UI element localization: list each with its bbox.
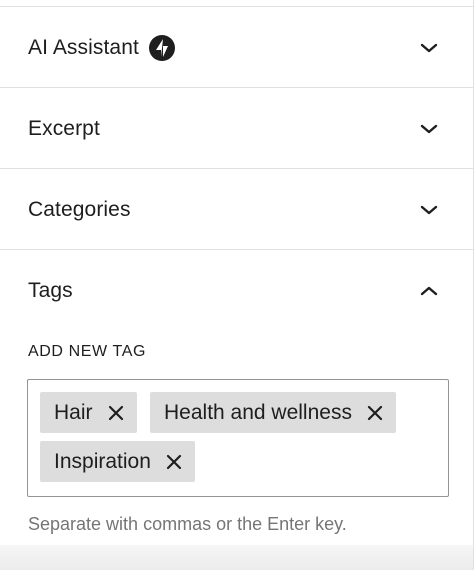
footer-shadow — [0, 545, 473, 570]
chevron-down-icon — [420, 124, 438, 133]
panel-ai-assistant-toggle[interactable]: AI Assistant — [0, 7, 473, 88]
jetpack-bolt-icon — [148, 34, 175, 61]
tag-token-label: Inspiration — [54, 449, 151, 473]
panel-title: Categories — [28, 197, 131, 221]
panel-excerpt: Excerpt — [0, 88, 473, 169]
add-new-tag-label: ADD NEW TAG — [28, 343, 147, 360]
panel-title: AI Assistant — [28, 35, 139, 59]
panel-categories-toggle[interactable]: Categories — [0, 169, 473, 250]
panel-excerpt-toggle[interactable]: Excerpt — [0, 88, 473, 169]
close-icon[interactable] — [165, 453, 183, 471]
chevron-down-icon — [420, 205, 438, 214]
tags-token-field[interactable]: Hair Health and wellness Inspiration — [27, 379, 449, 497]
panel-title: Excerpt — [28, 116, 100, 140]
tag-token-label: Health and wellness — [164, 400, 352, 424]
chevron-down-icon — [420, 43, 438, 52]
tag-token-health-and-wellness: Health and wellness — [150, 392, 396, 433]
chevron-up-icon — [420, 286, 438, 295]
close-icon[interactable] — [366, 404, 384, 422]
tags-help-text: Separate with commas or the Enter key. — [28, 514, 347, 534]
settings-sidebar: AI Assistant Excerpt Categories Tags ADD… — [0, 0, 474, 570]
tag-token-inspiration: Inspiration — [40, 441, 195, 482]
panel-ai-assistant: AI Assistant — [0, 7, 473, 88]
tag-token-label: Hair — [54, 400, 93, 424]
tag-token-hair: Hair — [40, 392, 137, 433]
close-icon[interactable] — [107, 404, 125, 422]
panel-categories: Categories — [0, 169, 473, 250]
panel-title: Tags — [28, 278, 73, 302]
panel-tags-toggle[interactable]: Tags — [0, 250, 473, 331]
